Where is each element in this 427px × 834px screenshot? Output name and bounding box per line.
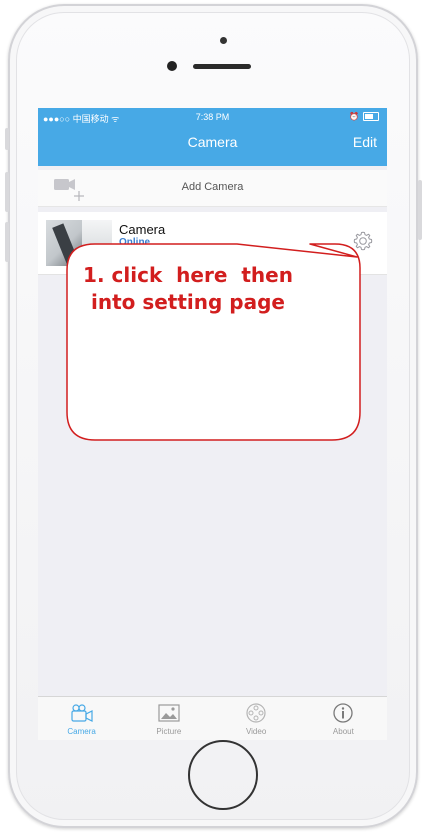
callout-text: 1. click here then into setting page — [38, 262, 338, 316]
callout-line-1: 1. click here then — [83, 263, 293, 287]
callout-line-2: into setting page — [90, 290, 285, 314]
callout-bubble — [66, 243, 361, 441]
